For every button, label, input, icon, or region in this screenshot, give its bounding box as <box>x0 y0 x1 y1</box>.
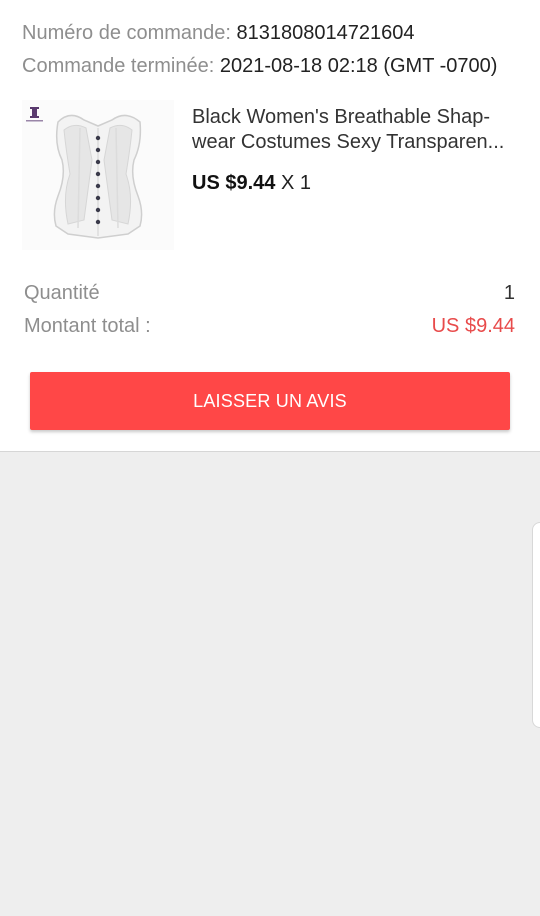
total-row: Montant total : US $9.44 <box>24 313 515 339</box>
quantity-value: 1 <box>503 282 515 304</box>
product-quantity: X 1 <box>280 172 311 194</box>
total-label: Montant total : <box>24 315 151 337</box>
leave-review-button[interactable]: LAISSER UN AVIS <box>30 372 510 430</box>
corset-icon <box>26 107 143 239</box>
order-number-row: Numéro de commande: 8131808014721604 <box>22 20 415 46</box>
quantity-label: Quantité <box>24 282 100 304</box>
brand-logo <box>26 107 43 122</box>
product-price: US $9.44 <box>192 172 276 194</box>
total-value: US $9.44 <box>431 315 515 337</box>
product-title[interactable]: Black Women's Breathable Shap-wear Costu… <box>192 105 522 155</box>
product-price-line: US $9.44 X 1 <box>192 170 311 196</box>
order-completed-label: Commande terminée: <box>22 55 215 77</box>
order-number-label: Numéro de commande: <box>22 22 231 44</box>
quantity-row: Quantité 1 <box>24 280 515 306</box>
order-completed-row: Commande terminée: 2021-08-18 02:18 (GMT… <box>22 53 497 79</box>
edge-panel-handle[interactable] <box>532 522 540 728</box>
order-detail-card: Numéro de commande: 8131808014721604 Com… <box>0 0 540 452</box>
order-number-value: 8131808014721604 <box>236 22 415 44</box>
product-image[interactable] <box>22 100 174 250</box>
order-completed-value: 2021-08-18 02:18 (GMT -0700) <box>219 55 498 77</box>
